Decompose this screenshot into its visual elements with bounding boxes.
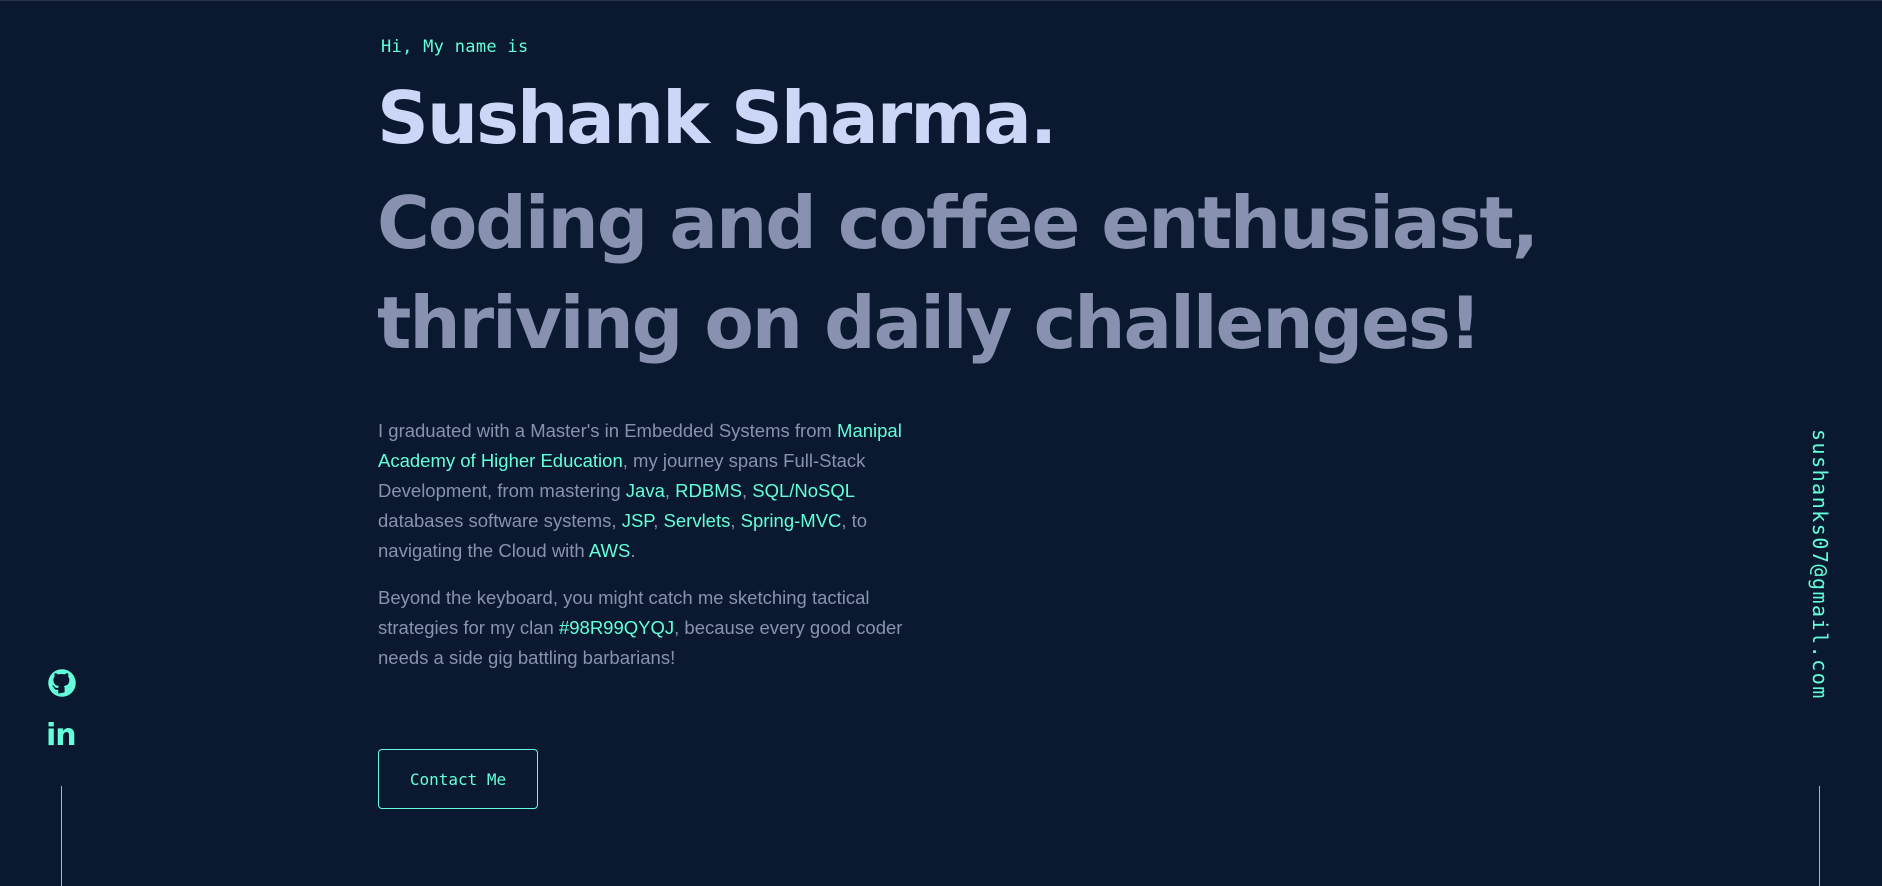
skill-sql: SQL/NoSQL — [752, 480, 855, 501]
about-separator: , — [741, 480, 753, 501]
skill-servlets: Servlets — [663, 510, 731, 531]
about-section: I graduated with a Master's in Embedded … — [378, 416, 938, 690]
left-vertical-divider — [61, 786, 62, 886]
greeting-text: Hi, My name is — [381, 37, 529, 57]
github-icon[interactable] — [47, 668, 77, 698]
skill-aws: AWS — [588, 540, 631, 561]
about-text: I graduated with a Master's in Embedded … — [378, 420, 838, 441]
skill-spring-mvc: Spring-MVC — [740, 510, 842, 531]
about-separator: , — [664, 480, 676, 501]
github-icon-graphic — [48, 669, 76, 697]
hero-name: Sushank Sharma. — [377, 76, 1057, 160]
contact-me-button[interactable]: Contact Me — [378, 749, 538, 809]
skill-java: Java — [625, 480, 665, 501]
about-paragraph-education: I graduated with a Master's in Embedded … — [378, 416, 938, 566]
about-paragraph-hobby: Beyond the keyboard, you might catch me … — [378, 583, 938, 673]
right-vertical-divider — [1819, 786, 1820, 886]
about-separator: , — [730, 510, 741, 531]
skill-jsp: JSP — [621, 510, 654, 531]
email-link[interactable]: sushanks07@gmail.com — [1808, 429, 1832, 700]
clan-tag-highlight: #98R99QYQJ — [558, 617, 675, 638]
tagline-line-2: thriving on daily challenges! — [377, 281, 1482, 365]
hero-tagline: Coding and coffee enthusiast, thriving o… — [377, 173, 1539, 373]
skill-rdbms: RDBMS — [675, 480, 742, 501]
linkedin-icon[interactable]: in — [46, 718, 77, 753]
about-separator: , — [653, 510, 664, 531]
about-text: . — [630, 540, 636, 561]
tagline-line-1: Coding and coffee enthusiast, — [377, 181, 1539, 265]
about-text: databases software systems, — [378, 510, 622, 531]
